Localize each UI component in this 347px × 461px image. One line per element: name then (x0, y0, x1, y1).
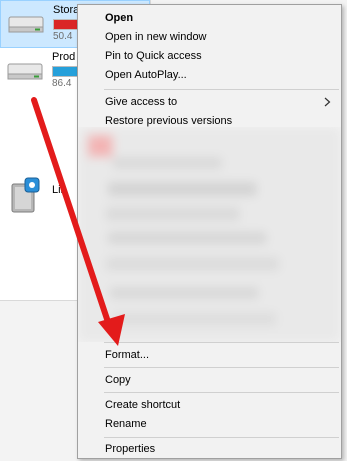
menu-item-pin-quick-access[interactable]: Pin to Quick access (78, 47, 341, 66)
menu-separator (104, 392, 339, 393)
menu-separator (104, 367, 339, 368)
menu-item-give-access[interactable]: Give access to (78, 93, 341, 112)
menu-item-copy[interactable]: Copy (78, 371, 341, 390)
menu-item-rename[interactable]: Rename (78, 415, 341, 434)
blurred-menu-region (78, 127, 341, 342)
media-drive-icon (11, 177, 40, 213)
menu-item-label: Give access to (105, 96, 178, 108)
menu-item-format[interactable]: Format... (78, 346, 341, 365)
menu-separator (104, 89, 339, 90)
drive-free-space: 86.4 (52, 78, 72, 89)
menu-item-create-shortcut[interactable]: Create shortcut (78, 396, 341, 415)
drive-name: Prod (52, 51, 76, 63)
context-menu: Open Open in new window Pin to Quick acc… (77, 4, 342, 459)
hard-drive-icon (8, 16, 44, 33)
drive-free-space: 50.4 (53, 31, 73, 42)
menu-item-open[interactable]: Open (78, 9, 341, 28)
menu-separator (104, 342, 339, 343)
menu-item-open-new-window[interactable]: Open in new window (78, 28, 341, 47)
hard-drive-icon (7, 63, 43, 80)
menu-item-properties[interactable]: Properties (78, 440, 341, 458)
device-name: Lin (52, 184, 67, 196)
drive-name: Stora (53, 4, 80, 16)
menu-item-open-autoplay[interactable]: Open AutoPlay... (78, 66, 341, 85)
chevron-right-icon (324, 97, 331, 107)
screenshot-stage: Stora 50.4 Prod 86.4 Lin Open Open in ne… (0, 0, 347, 461)
menu-separator (104, 437, 339, 438)
